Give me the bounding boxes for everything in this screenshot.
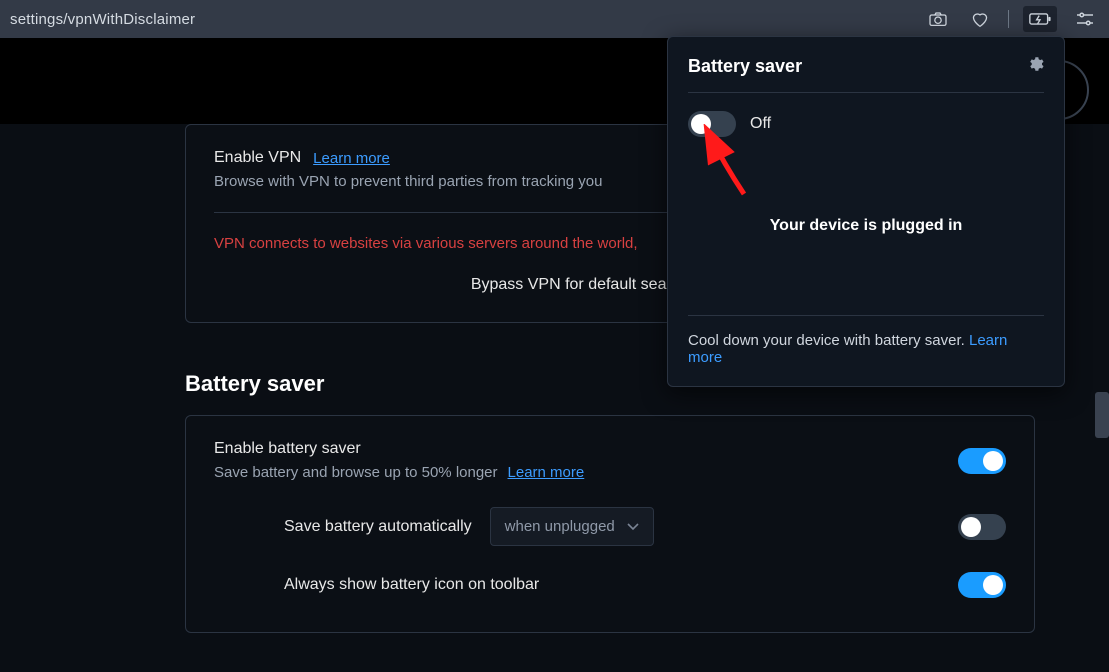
separator bbox=[1008, 10, 1009, 28]
battery-card: Enable battery saver Save battery and br… bbox=[185, 415, 1035, 633]
enable-vpn-label: Enable VPN bbox=[214, 149, 301, 167]
enable-battery-toggle[interactable] bbox=[958, 448, 1006, 474]
vpn-learn-more-link[interactable]: Learn more bbox=[313, 150, 390, 167]
heart-icon[interactable] bbox=[966, 8, 994, 30]
battery-learn-more-link[interactable]: Learn more bbox=[508, 464, 585, 481]
divider bbox=[688, 92, 1044, 93]
save-auto-value: when unplugged bbox=[505, 518, 615, 535]
chevron-down-icon bbox=[627, 523, 639, 531]
gear-icon[interactable] bbox=[1026, 55, 1044, 78]
battery-saver-popover: Battery saver Off Your device is plugged… bbox=[667, 36, 1065, 387]
save-auto-select[interactable]: when unplugged bbox=[490, 507, 654, 546]
popover-title: Battery saver bbox=[688, 56, 802, 77]
easy-setup-icon[interactable] bbox=[1071, 9, 1099, 29]
popover-state-label: Off bbox=[750, 115, 771, 133]
window-titlebar: settings/vpnWithDisclaimer bbox=[0, 0, 1109, 38]
divider bbox=[688, 315, 1044, 316]
popover-status: Your device is plugged in bbox=[688, 217, 1044, 235]
snapshot-icon[interactable] bbox=[924, 9, 952, 29]
save-auto-label: Save battery automatically bbox=[284, 518, 472, 536]
save-auto-toggle[interactable] bbox=[958, 514, 1006, 540]
battery-toolbar-icon[interactable] bbox=[1023, 6, 1057, 32]
always-show-icon-label: Always show battery icon on toolbar bbox=[284, 576, 539, 594]
always-show-icon-toggle[interactable] bbox=[958, 572, 1006, 598]
titlebar-tools bbox=[924, 6, 1099, 32]
popover-footer-text: Cool down your device with battery saver… bbox=[688, 332, 965, 349]
scrollbar-thumb[interactable] bbox=[1095, 392, 1109, 438]
enable-battery-label: Enable battery saver bbox=[214, 440, 584, 458]
popover-battery-toggle[interactable] bbox=[688, 111, 736, 137]
battery-subtext: Save battery and browse up to 50% longer bbox=[214, 464, 498, 481]
address-path: settings/vpnWithDisclaimer bbox=[10, 11, 924, 28]
